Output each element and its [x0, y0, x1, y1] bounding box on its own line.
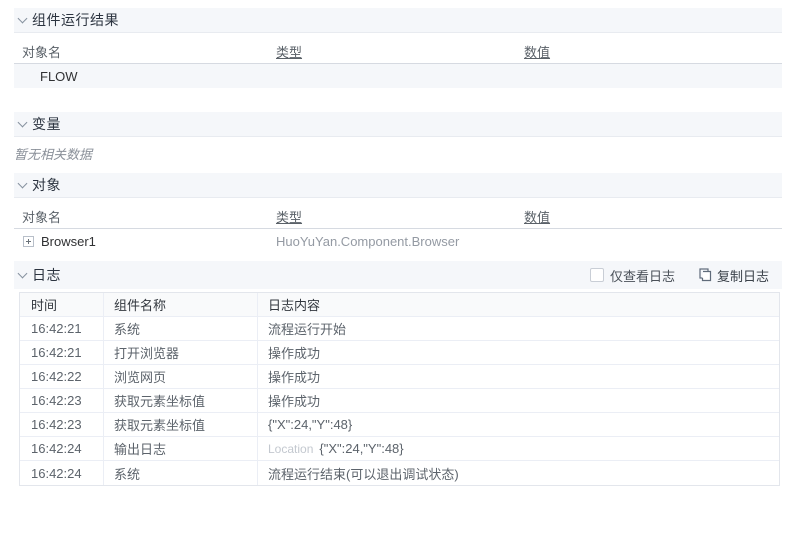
log-content: 操作成功 — [268, 370, 321, 385]
column-header-time: 时间 — [20, 293, 104, 316]
chevron-down-icon — [17, 117, 28, 128]
log-row[interactable]: 16:42:22 浏览网页 操作成功 — [20, 365, 779, 389]
log-component: 系统 — [104, 461, 258, 485]
column-header-object-name: 对象名 — [22, 45, 62, 60]
log-tag-location: Location — [268, 441, 314, 456]
column-header-value[interactable]: 数值 — [524, 42, 782, 61]
only-view-logs-checkbox[interactable] — [589, 268, 604, 282]
table-row-flow[interactable]: FLOW — [14, 64, 782, 88]
debug-panel: 组件运行结果 对象名 类型 数值 FLOW 变量 暂无相关数据 对象 对象名 类… — [0, 8, 796, 551]
log-header-row: 时间 组件名称 日志内容 — [20, 293, 779, 317]
log-content: Location {"X":24,"Y":48} — [258, 437, 779, 460]
objects-header-row: 对象名 类型 数值 — [14, 205, 782, 229]
only-view-logs-toggle[interactable]: 仅查看日志 — [589, 266, 675, 285]
log-content: 操作成功 — [268, 346, 321, 361]
object-name: FLOW — [40, 68, 78, 84]
log-row[interactable]: 16:42:21 系统 流程运行开始 — [20, 317, 779, 341]
objects-table: 对象名 类型 数值 Browser1 HuoYuYan.Component.Br… — [14, 205, 782, 253]
log-row[interactable]: 16:42:23 获取元素坐标值 操作成功 — [20, 389, 779, 413]
log-component: 获取元素坐标值 — [104, 389, 258, 412]
log-content-value: {"X":24,"Y":48} — [319, 441, 404, 456]
log-component: 获取元素坐标值 — [104, 413, 258, 436]
log-row[interactable]: 16:42:23 获取元素坐标值 {"X":24,"Y":48} — [20, 413, 779, 437]
log-time: 16:42:23 — [20, 413, 104, 436]
copy-logs-button[interactable]: 复制日志 — [699, 266, 769, 285]
section-title: 变量 — [32, 116, 61, 132]
chevron-down-icon — [17, 13, 28, 24]
log-content: 流程运行结束(可以退出调试状态) — [268, 466, 459, 482]
copy-icon — [699, 268, 712, 282]
run-results-table: 对象名 类型 数值 FLOW — [14, 40, 782, 88]
log-content: 流程运行开始 — [268, 322, 347, 337]
log-content: {"X":24,"Y":48} — [268, 417, 353, 432]
log-row[interactable]: 16:42:24 系统 流程运行结束(可以退出调试状态) — [20, 461, 779, 485]
log-time: 16:42:21 — [20, 317, 104, 340]
column-header-object-name: 对象名 — [22, 210, 62, 225]
object-name: Browser1 — [41, 233, 96, 249]
table-row-browser1[interactable]: Browser1 HuoYuYan.Component.Browser — [14, 229, 782, 253]
section-title: 对象 — [32, 177, 61, 193]
object-type: HuoYuYan.Component.Browser — [276, 233, 460, 249]
log-component: 打开浏览器 — [104, 341, 258, 364]
column-header-value[interactable]: 数值 — [524, 207, 782, 226]
column-header-type[interactable]: 类型 — [276, 207, 524, 226]
section-title: 组件运行结果 — [32, 12, 119, 28]
log-time: 16:42:22 — [20, 365, 104, 388]
column-header-content: 日志内容 — [268, 298, 321, 313]
column-header-component: 组件名称 — [104, 293, 258, 316]
log-table: 时间 组件名称 日志内容 16:42:21 系统 流程运行开始 16:42:21… — [19, 292, 780, 486]
log-row[interactable]: 16:42:21 打开浏览器 操作成功 — [20, 341, 779, 365]
copy-logs-label: 复制日志 — [716, 268, 769, 284]
log-time: 16:42:24 — [20, 461, 104, 485]
log-component: 浏览网页 — [104, 365, 258, 388]
log-time: 16:42:21 — [20, 341, 104, 364]
section-header-variables[interactable]: 变量 — [14, 112, 782, 137]
log-content: 操作成功 — [268, 394, 321, 409]
expand-plus-icon[interactable] — [23, 235, 34, 247]
section-header-objects[interactable]: 对象 — [14, 173, 782, 198]
section-header-run-results[interactable]: 组件运行结果 — [14, 8, 782, 33]
log-time: 16:42:24 — [20, 437, 104, 460]
run-results-header-row: 对象名 类型 数值 — [14, 40, 782, 64]
section-header-logs[interactable]: 日志 仅查看日志 复制日志 — [14, 261, 782, 289]
log-time: 16:42:23 — [20, 389, 104, 412]
chevron-down-icon — [17, 178, 28, 189]
chevron-down-icon — [17, 268, 28, 279]
only-view-logs-label: 仅查看日志 — [609, 268, 675, 284]
section-title: 日志 — [32, 267, 61, 283]
log-component: 系统 — [104, 317, 258, 340]
log-row[interactable]: 16:42:24 输出日志 Location {"X":24,"Y":48} — [20, 437, 779, 461]
variables-empty-text: 暂无相关数据 — [14, 147, 93, 162]
column-header-type[interactable]: 类型 — [276, 42, 524, 61]
log-component: 输出日志 — [104, 437, 258, 460]
